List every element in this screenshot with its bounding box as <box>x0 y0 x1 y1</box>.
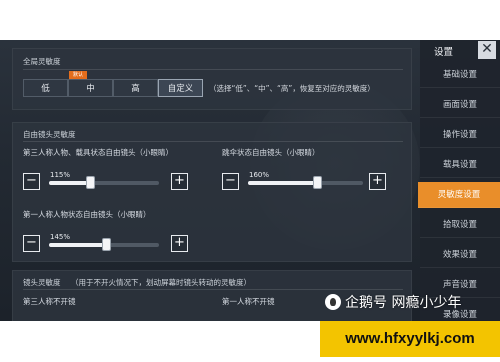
url-banner: www.hfxyylkj.com <box>320 321 500 357</box>
slider-fill <box>248 181 317 185</box>
slider-thumb[interactable] <box>85 176 95 189</box>
third-person-slider-track[interactable] <box>49 176 159 189</box>
parachute-slider-track[interactable] <box>248 176 363 189</box>
sidebar-item-graphics[interactable]: 画面设置 <box>420 92 500 118</box>
free-camera-title: 自由镜头灵敏度 <box>23 130 76 139</box>
third-person-value: 115% <box>50 171 71 179</box>
section-divider <box>23 69 403 70</box>
first-person-decrease-button[interactable]: − <box>23 235 40 252</box>
sidebar-item-controls[interactable]: 操作设置 <box>420 122 500 148</box>
first-person-free-camera-label: 第一人称人物状态自由镜头（小眼睛） <box>23 210 151 219</box>
first-person-increase-button[interactable]: + <box>171 235 188 252</box>
global-sensitivity-title: 全局灵敏度 <box>23 57 61 66</box>
slider-fill <box>49 181 90 185</box>
option-custom-button[interactable]: 自定义 <box>158 79 203 97</box>
section-divider <box>23 141 403 142</box>
watermark: 企鹅号 网瘾小少年 <box>325 292 461 312</box>
slider-thumb[interactable] <box>313 176 322 189</box>
camera-sensitivity-note: （用于不开火情况下，划动屏幕时镜头转动的灵敏度） <box>71 278 251 287</box>
parachute-free-camera-label: 跳伞状态自由镜头（小眼睛） <box>222 148 320 157</box>
slider-fill <box>49 243 107 247</box>
penguin-icon <box>325 294 341 310</box>
camera-sensitivity-title: 镜头灵敏度 <box>23 278 61 287</box>
option-low-button[interactable]: 低 <box>23 79 68 97</box>
sensitivity-hint: （选择“低”、“中”、“高”，恢复至对应的灵敏度） <box>209 84 375 93</box>
recommended-badge: 默认 <box>69 71 88 79</box>
first-person-value: 145% <box>50 233 71 241</box>
third-person-free-camera-label: 第三人称人物、载具状态自由镜头（小眼睛） <box>23 148 173 157</box>
section-divider <box>23 289 403 290</box>
third-person-decrease-button[interactable]: − <box>23 173 40 190</box>
parachute-decrease-button[interactable]: − <box>222 173 239 190</box>
third-person-no-scope-label: 第三人称不开镜 <box>23 297 76 306</box>
parachute-increase-button[interactable]: + <box>369 173 386 190</box>
parachute-value: 160% <box>249 171 270 179</box>
free-camera-panel: 自由镜头灵敏度 第三人称人物、载具状态自由镜头（小眼睛） 115% − + 跳伞… <box>12 122 412 262</box>
sidebar-item-sensitivity[interactable]: 灵敏度设置 <box>418 182 500 208</box>
sidebar-item-basic[interactable]: 基础设置 <box>420 62 500 88</box>
sidebar-item-effects[interactable]: 效果设置 <box>420 242 500 268</box>
option-medium-button[interactable]: 中 <box>68 79 113 97</box>
first-person-no-scope-label: 第一人称不开镜 <box>222 297 275 306</box>
close-icon[interactable]: ✕ <box>478 41 496 59</box>
first-person-slider-track[interactable] <box>49 238 159 251</box>
sidebar-item-vehicle[interactable]: 载具设置 <box>420 152 500 178</box>
sidebar-item-pickup[interactable]: 拾取设置 <box>420 212 500 238</box>
watermark-text: 企鹅号 网瘾小少年 <box>345 295 462 311</box>
settings-title: 设置 <box>434 47 454 58</box>
settings-sidebar: 设置 ✕ 基础设置 画面设置 操作设置 载具设置 灵敏度设置 拾取设置 效果设置 声音设置 录像… <box>418 40 500 328</box>
sensitivity-segmented-control: 低 中 高 自定义 <box>23 79 203 97</box>
global-sensitivity-panel: 全局灵敏度 默认 低 中 高 自定义 （选择“低”、“中”、“高”，恢复至对应的… <box>12 48 412 110</box>
third-person-increase-button[interactable]: + <box>171 173 188 190</box>
option-high-button[interactable]: 高 <box>113 79 158 97</box>
url-banner-text: www.hfxyylkj.com <box>345 330 475 347</box>
slider-thumb[interactable] <box>102 238 112 251</box>
